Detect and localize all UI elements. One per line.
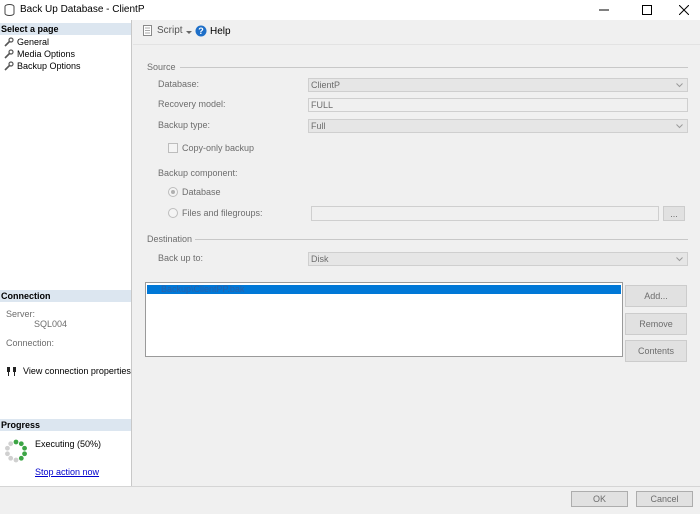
connection-properties-icon [7,367,16,376]
recovery-model-field: FULL [308,98,688,112]
back-up-to-select[interactable]: Disk [308,252,688,266]
filegroups-field [311,206,659,221]
component-files-label: Files and filegroups: [182,208,263,218]
spinner-segment [13,457,19,463]
ok-button[interactable]: OK [571,491,628,507]
recovery-model-label: Recovery model: [158,99,226,109]
backup-options-panel: Source Database: ClientP Recovery model:… [133,46,700,486]
page-item-backup-options[interactable]: Backup Options [4,60,81,72]
chevron-down-icon [676,124,683,129]
page-item-general[interactable]: General [4,36,49,48]
spinner-segment [18,455,24,461]
view-connection-properties-label: View connection properties [23,366,131,376]
backup-type-select-value: Full [311,121,326,131]
destination-list[interactable]: Backup\ClientPP.bak [145,282,623,357]
close-icon [679,5,689,15]
server-label: Server: [6,309,36,319]
spinner-segment [22,445,27,451]
title-bar: Back Up Database - ClientP [0,0,700,20]
select-page-header: Select a page [0,23,131,35]
minimize-icon [599,9,609,11]
wrench-icon [4,37,14,47]
component-database-radio[interactable] [168,187,178,197]
stop-action-link[interactable]: Stop action now [35,467,99,477]
component-files-radio[interactable] [168,208,178,218]
help-icon: ? [195,25,207,37]
script-label: Script [157,25,183,36]
database-select[interactable]: ClientP [308,78,688,92]
page-item-media-options[interactable]: Media Options [4,48,75,60]
wrench-icon [4,61,14,71]
svg-text:?: ? [198,26,204,36]
sidebar: Select a page General Media Options Back… [0,20,132,486]
view-connection-properties-link[interactable]: View connection properties [6,366,131,376]
chevron-down-icon [676,83,683,88]
source-group-label: Source [147,62,176,72]
script-icon [143,25,152,36]
spinner-segment [5,445,10,451]
database-select-value: ClientP [311,80,341,90]
server-value: SQL004 [6,319,68,330]
spinner-segment [8,455,14,461]
progress-header: Progress [0,419,131,431]
spinner-segment [18,441,24,447]
back-up-to-select-value: Disk [311,254,329,264]
page-item-label: Media Options [17,49,76,59]
progress-spinner-icon [5,439,27,463]
spinner-segment [13,439,19,445]
back-up-to-label: Back up to: [158,253,204,263]
contents-button[interactable]: Contents [625,340,687,362]
source-divider [180,67,688,68]
window-title: Back Up Database - ClientP [20,4,145,15]
wrench-icon [4,49,14,59]
chevron-down-icon [676,257,683,262]
cancel-button[interactable]: Cancel [636,491,693,507]
backup-type-label: Backup type: [158,120,211,130]
destination-group-label: Destination [147,234,193,244]
database-label: Database: [158,79,200,89]
toolbar: Script ? Help [133,20,700,45]
component-database-label: Database [182,187,221,197]
script-dropdown-icon[interactable] [186,30,192,35]
list-item[interactable]: Backup\ClientPP.bak [147,285,621,294]
close-button[interactable] [668,0,700,20]
connection-header: Connection [0,290,131,302]
maximize-icon [642,5,652,15]
spinner-segment [5,451,10,457]
maximize-button[interactable] [631,0,663,20]
progress-status: Executing (50%) [35,439,102,449]
backup-component-label: Backup component: [158,168,238,178]
database-icon [4,4,15,16]
destination-divider [195,239,688,240]
minimize-button[interactable] [588,0,620,20]
remove-button[interactable]: Remove [625,313,687,335]
redacted-block [6,320,34,330]
spinner-segment [8,441,14,447]
page-item-label: Backup Options [17,61,81,71]
backup-type-select[interactable]: Full [308,119,688,133]
spinner-segment [22,451,27,457]
help-label: Help [210,25,231,37]
page-item-label: General [17,37,50,47]
browse-filegroups-button[interactable]: ... [663,206,685,221]
script-button[interactable]: Script [142,25,183,36]
copy-only-checkbox[interactable] [168,143,178,153]
copy-only-label: Copy-only backup [182,143,255,153]
server-value-text: SQL004 [34,319,68,329]
help-button[interactable]: ? Help [195,25,231,37]
add-button[interactable]: Add... [625,285,687,307]
connection-label: Connection: [6,338,55,348]
dialog-footer: OK Cancel [0,486,700,514]
